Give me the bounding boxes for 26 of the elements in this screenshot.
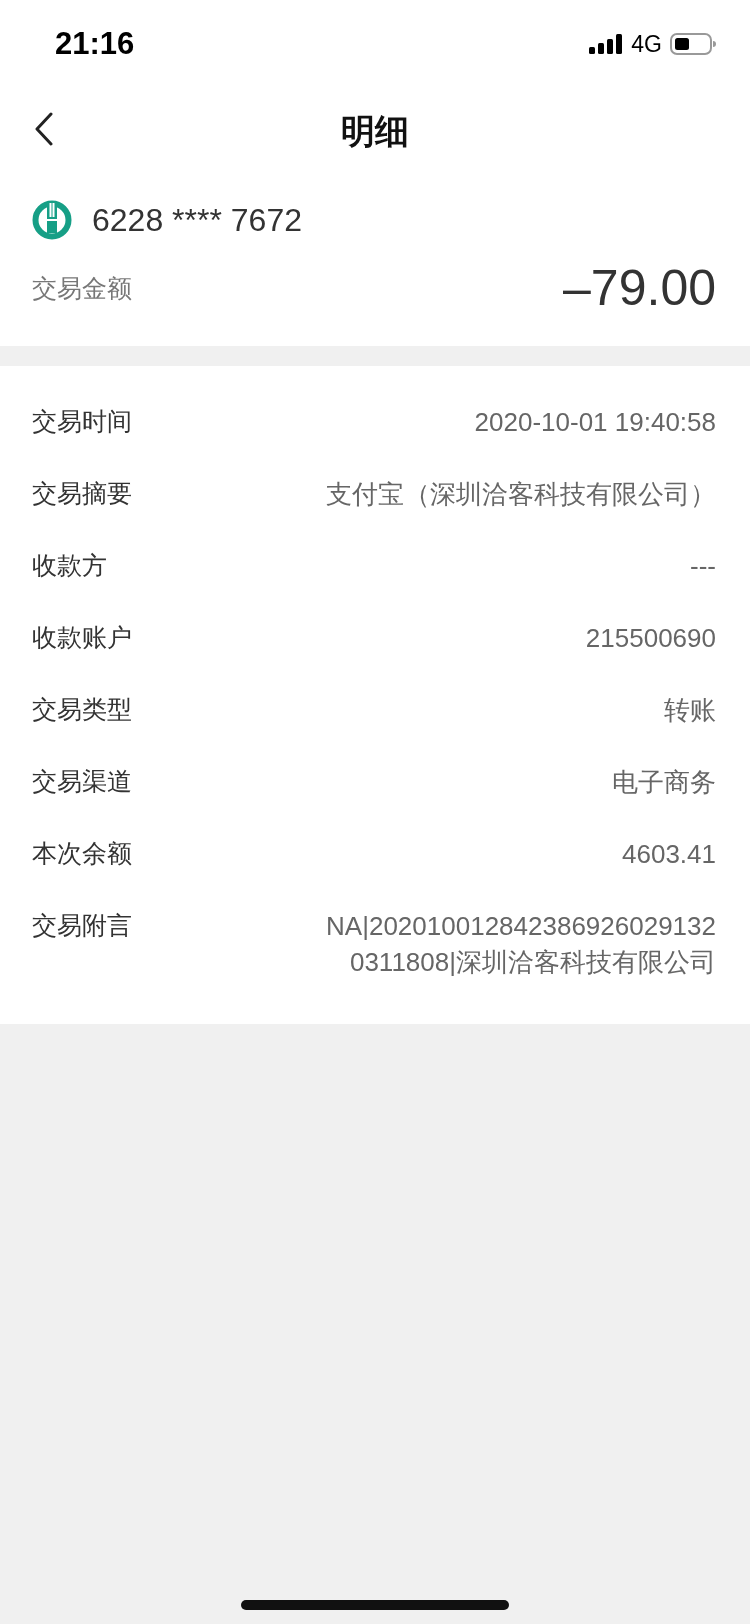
detail-label: 交易摘要 <box>32 478 132 510</box>
signal-icon <box>589 34 624 54</box>
detail-label: 交易渠道 <box>32 766 132 798</box>
detail-label: 本次余额 <box>32 838 132 870</box>
detail-value: 2020-10-01 19:40:58 <box>474 406 716 439</box>
detail-label: 收款方 <box>32 550 107 582</box>
amount-label: 交易金额 <box>32 272 132 305</box>
bank-logo-icon <box>32 200 72 240</box>
detail-label: 交易时间 <box>32 406 132 438</box>
page-title: 明细 <box>341 110 409 153</box>
detail-value: NA|2020100128423869260291320311808|深圳洽客科技有限公司 <box>325 910 716 979</box>
network-label: 4G <box>631 30 662 58</box>
back-icon <box>34 112 54 146</box>
battery-icon <box>670 33 716 55</box>
status-time: 21:16 <box>55 26 135 62</box>
card-number: 6228 **** 7672 <box>92 201 302 239</box>
detail-value: 电子商务 <box>612 766 716 799</box>
amount-value: –79.00 <box>563 259 716 317</box>
detail-label: 交易类型 <box>32 694 132 726</box>
detail-label: 收款账户 <box>32 622 132 654</box>
detail-value: 转账 <box>664 694 716 727</box>
detail-value: --- <box>690 550 716 583</box>
detail-value: 4603.41 <box>622 838 716 871</box>
detail-label: 交易附言 <box>32 910 132 942</box>
detail-value: 支付宝（深圳洽客科技有限公司） <box>326 478 716 511</box>
detail-value: 215500690 <box>585 622 716 655</box>
